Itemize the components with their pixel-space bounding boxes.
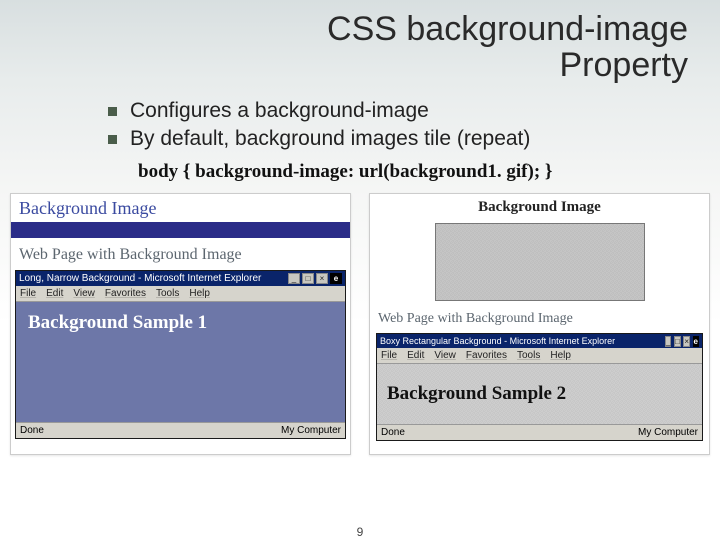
menu-file[interactable]: File — [381, 350, 397, 361]
page-number: 9 — [353, 524, 368, 540]
menu-edit[interactable]: Edit — [407, 350, 424, 361]
browser-window-right: Boxy Rectangular Background - Microsoft … — [376, 333, 703, 441]
ie-logo-icon: e — [330, 273, 342, 284]
browser-window-left: Long, Narrow Background - Microsoft Inte… — [15, 270, 346, 439]
slide-title: CSS background-image Property — [0, 0, 720, 91]
right-statusbar: Done My Computer — [377, 424, 702, 440]
left-content-heading: Background Sample 1 — [28, 312, 333, 334]
right-window-title: Boxy Rectangular Background - Microsoft … — [380, 336, 615, 346]
maximize-button[interactable]: □ — [674, 336, 681, 347]
menu-view[interactable]: View — [434, 350, 456, 361]
left-window-title: Long, Narrow Background - Microsoft Inte… — [19, 273, 261, 284]
menu-tools[interactable]: Tools — [517, 350, 540, 361]
right-titlebar: Boxy Rectangular Background - Microsoft … — [377, 334, 702, 348]
bullet-item: Configures a background-image — [130, 97, 696, 125]
menu-view[interactable]: View — [73, 288, 95, 299]
title-line-2: Property — [560, 46, 689, 84]
window-buttons: _ □ × e — [288, 273, 342, 284]
right-content-heading: Background Sample 2 — [377, 383, 566, 405]
status-right-text: My Computer — [281, 425, 341, 436]
right-swatch-title: Background Image — [370, 194, 709, 221]
example-right: Background Image Web Page with Backgroun… — [369, 193, 710, 455]
bullet-list: Configures a background-image By default… — [0, 91, 720, 159]
examples-row: Background Image Web Page with Backgroun… — [0, 189, 720, 455]
code-sample: body { background-image: url(background1… — [0, 159, 720, 189]
menu-favorites[interactable]: Favorites — [466, 350, 507, 361]
window-buttons: _ □ × e — [665, 336, 699, 346]
right-sample-swatch — [435, 223, 645, 301]
minimize-button[interactable]: _ — [288, 273, 300, 284]
minimize-button[interactable]: _ — [665, 336, 671, 347]
example-left: Background Image Web Page with Backgroun… — [10, 193, 351, 455]
status-left-text: Done — [381, 427, 405, 438]
right-content-area: Background Sample 2 — [377, 364, 702, 424]
left-menubar: File Edit View Favorites Tools Help — [16, 286, 345, 302]
close-button[interactable]: × — [683, 336, 690, 347]
bullet-item: By default, background images tile (repe… — [130, 125, 696, 153]
ie-logo-icon: e — [693, 336, 699, 347]
status-left-text: Done — [20, 425, 44, 436]
status-right-text: My Computer — [638, 427, 698, 438]
right-menubar: File Edit View Favorites Tools Help — [377, 348, 702, 364]
left-content-area: Background Sample 1 — [16, 302, 345, 422]
left-titlebar: Long, Narrow Background - Microsoft Inte… — [16, 271, 345, 286]
close-button[interactable]: × — [316, 273, 328, 284]
menu-tools[interactable]: Tools — [156, 288, 179, 299]
menu-edit[interactable]: Edit — [46, 288, 63, 299]
right-subhead: Web Page with Background Image — [370, 307, 709, 333]
menu-favorites[interactable]: Favorites — [105, 288, 146, 299]
left-swatch-title: Background Image — [11, 194, 350, 222]
left-statusbar: Done My Computer — [16, 422, 345, 438]
menu-file[interactable]: File — [20, 288, 36, 299]
title-line-1: CSS background-image — [327, 10, 688, 48]
maximize-button[interactable]: □ — [302, 273, 314, 284]
left-sample-stripe — [11, 222, 350, 238]
menu-help[interactable]: Help — [550, 350, 571, 361]
left-subhead: Web Page with Background Image — [11, 238, 350, 270]
menu-help[interactable]: Help — [189, 288, 210, 299]
